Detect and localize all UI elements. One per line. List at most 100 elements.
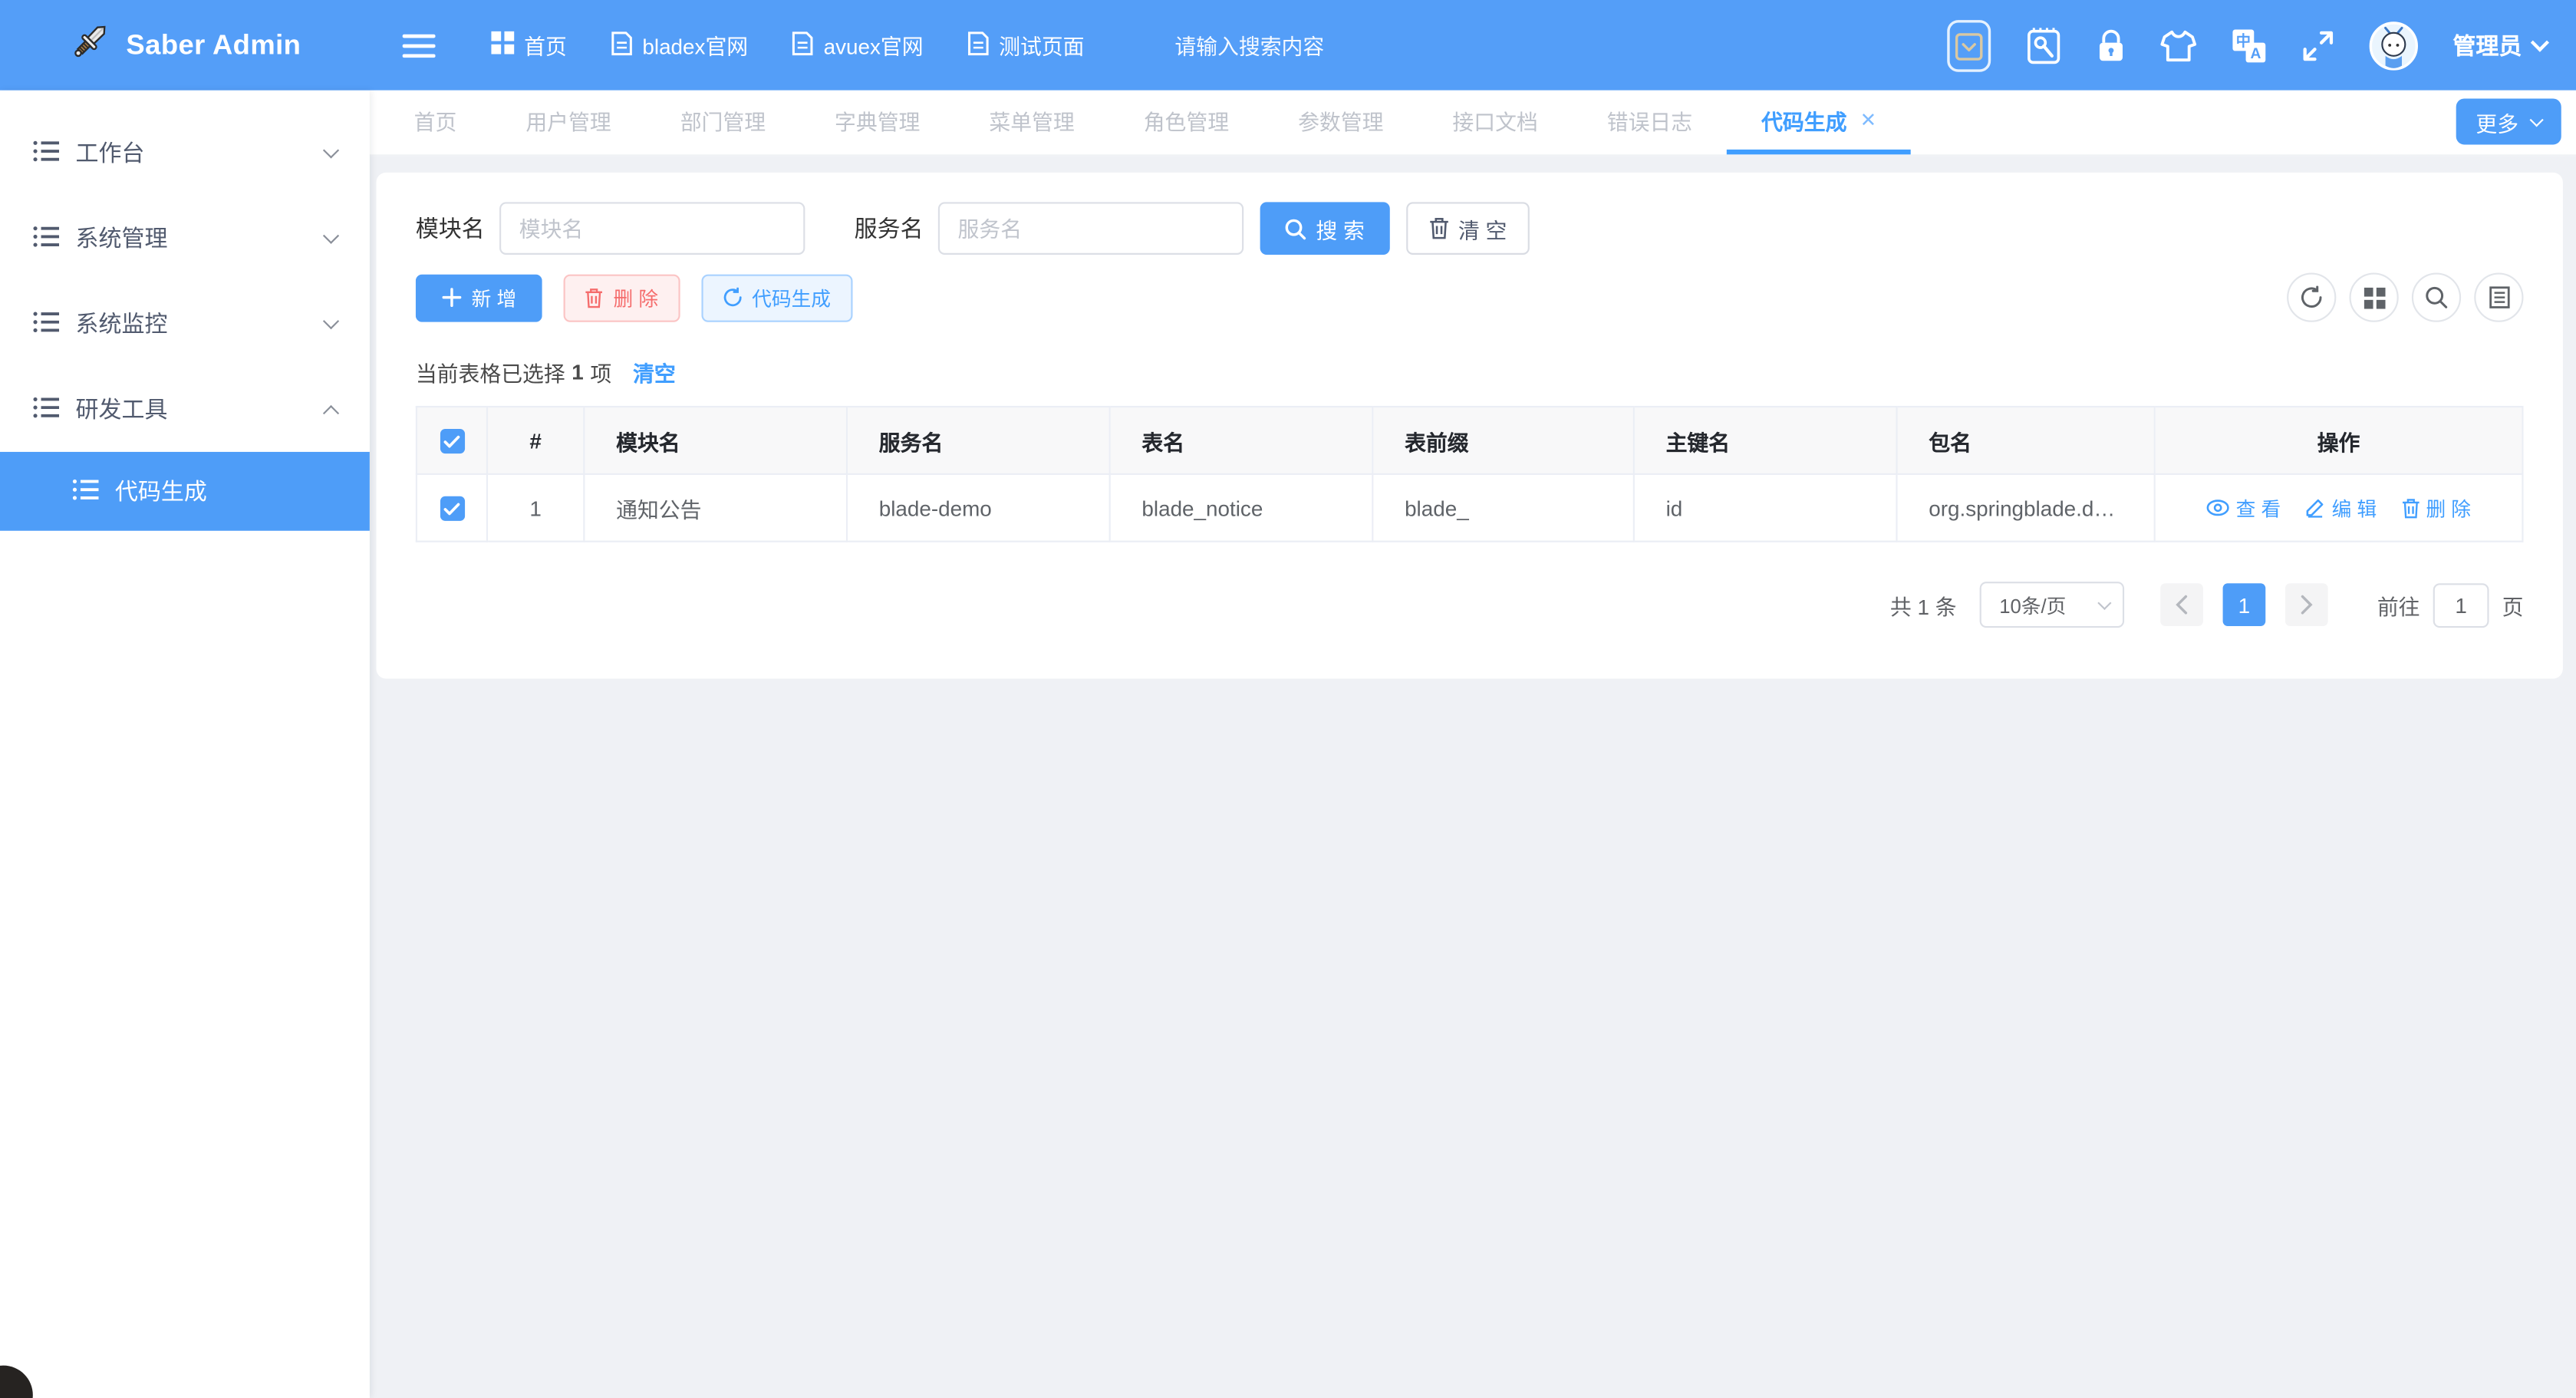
delete-link[interactable]: 删 除 <box>2401 494 2471 522</box>
action-row: 新 增 删 除 代码生成 <box>416 273 2524 322</box>
topnav-item-bladex[interactable]: bladex官网 <box>611 30 748 61</box>
topnav: 首页 bladex官网 avuex官网 <box>491 30 1084 61</box>
tab-error-log[interactable]: 错误日志 <box>1573 91 1727 155</box>
close-icon[interactable] <box>1860 108 1877 131</box>
cell-table: blade_notice <box>1110 474 1373 542</box>
main-area: 首页 用户管理 部门管理 字典管理 菜单管理 角色管理 参数管理 接口文档 错误… <box>370 91 2576 1398</box>
sidebar-item-dev-tools[interactable]: 研发工具 <box>0 367 370 452</box>
refresh-button[interactable] <box>2287 273 2336 322</box>
col-header-ops: 操作 <box>2155 407 2523 474</box>
app-logo[interactable]: Saber Admin <box>0 0 370 91</box>
total-count-label: 共 1 条 <box>1890 589 1957 621</box>
select-all-checkbox[interactable] <box>440 429 464 453</box>
row-checkbox[interactable] <box>440 496 464 521</box>
tab-param-mgmt[interactable]: 参数管理 <box>1263 91 1418 155</box>
translate-icon[interactable]: 中A <box>2231 27 2267 63</box>
prev-page-button[interactable] <box>2160 583 2203 626</box>
search-button[interactable]: 搜 索 <box>1260 202 1389 255</box>
add-button[interactable]: 新 增 <box>416 274 543 321</box>
top-menu-select-icon[interactable] <box>1947 19 1991 72</box>
topbar-actions: 中A 管理员 <box>1947 0 2576 91</box>
module-name-input[interactable] <box>499 202 805 255</box>
codegen-table: # 模块名 服务名 表名 表前缀 主键名 包名 操作 <box>416 406 2524 542</box>
theme-shirt-icon[interactable] <box>2160 28 2196 61</box>
list-icon <box>33 310 59 338</box>
trash-icon <box>585 287 604 308</box>
page-unit-label: 页 <box>2502 589 2524 621</box>
global-search-input[interactable]: 请输入搜索内容 <box>1174 30 1324 61</box>
trash-icon <box>2401 497 2420 519</box>
tab-home[interactable]: 首页 <box>380 91 492 155</box>
pencil-icon <box>2305 498 2325 518</box>
edit-link[interactable]: 编 辑 <box>2305 494 2377 522</box>
lock-icon[interactable] <box>2097 27 2126 63</box>
chevron-down-icon <box>2530 113 2544 127</box>
service-name-label: 服务名 <box>855 212 924 245</box>
username-label: 管理员 <box>2452 28 2522 61</box>
fullscreen-icon[interactable] <box>2301 28 2334 61</box>
delete-button[interactable]: 删 除 <box>564 274 680 321</box>
more-tabs-button[interactable]: 更多 <box>2456 98 2561 144</box>
service-name-input[interactable] <box>938 202 1244 255</box>
view-link[interactable]: 查 看 <box>2206 494 2281 522</box>
svg-text:A: A <box>2250 45 2261 61</box>
col-header-module: 模块名 <box>584 407 847 474</box>
codegen-button[interactable]: 代码生成 <box>701 274 852 321</box>
goto-page-input[interactable] <box>2433 582 2489 627</box>
search-icon <box>2425 286 2448 309</box>
row-operations: 查 看 编 辑 删 除 <box>2162 494 2515 522</box>
sidebar-item-codegen-active[interactable]: 代码生成 <box>0 452 370 531</box>
col-header-table: 表名 <box>1110 407 1373 474</box>
tab-codegen-active[interactable]: 代码生成 <box>1727 91 1911 155</box>
chevron-right-icon <box>2300 595 2313 615</box>
grid-icon <box>2364 287 2385 308</box>
current-page[interactable]: 1 <box>2223 583 2266 626</box>
user-menu[interactable]: 管理员 <box>2452 28 2546 61</box>
topnav-label: 测试页面 <box>999 30 1084 61</box>
column-settings-button[interactable] <box>2474 273 2523 322</box>
table-tools <box>2287 273 2523 322</box>
refresh-icon <box>2300 286 2323 309</box>
tab-role-mgmt[interactable]: 角色管理 <box>1109 91 1263 155</box>
next-page-button[interactable] <box>2285 583 2328 626</box>
table-row[interactable]: 1 通知公告 blade-demo blade_notice blade_ id… <box>417 474 2523 542</box>
debug-tool-icon[interactable] <box>2026 25 2062 64</box>
topnav-item-avuex[interactable]: avuex官网 <box>792 30 924 61</box>
cell-package: org.springblade.desk... <box>1896 474 2154 542</box>
tab-dict-mgmt[interactable]: 字典管理 <box>800 91 954 155</box>
sidebar-item-system-mgmt[interactable]: 系统管理 <box>0 196 370 281</box>
codegen-panel: 模块名 服务名 搜 索 清 空 <box>376 173 2562 679</box>
tabbar: 首页 用户管理 部门管理 字典管理 菜单管理 角色管理 参数管理 接口文档 错误… <box>370 91 2576 157</box>
sidebar: 工作台 系统管理 系统监控 研发工具 <box>0 91 370 1398</box>
sidebar-item-label: 系统管理 <box>76 222 168 255</box>
cell-index: 1 <box>487 474 584 542</box>
chevron-down-icon <box>2097 596 2111 610</box>
page-size-select[interactable]: 10条/页 <box>1980 582 2124 628</box>
plus-icon <box>442 288 462 308</box>
collapse-menu-icon[interactable] <box>403 32 436 58</box>
tab-api-docs[interactable]: 接口文档 <box>1418 91 1572 155</box>
eye-icon <box>2206 500 2229 516</box>
tab-user-mgmt[interactable]: 用户管理 <box>491 91 645 155</box>
topnav-item-home[interactable]: 首页 <box>491 30 567 61</box>
trash-icon <box>1428 217 1448 240</box>
search-toggle-button[interactable] <box>2412 273 2461 322</box>
tab-menu-mgmt[interactable]: 菜单管理 <box>954 91 1108 155</box>
grid-display-button[interactable] <box>2349 273 2398 322</box>
clear-button[interactable]: 清 空 <box>1405 202 1530 255</box>
sidebar-item-label: 代码生成 <box>115 475 207 508</box>
selection-clear-link[interactable]: 清空 <box>633 357 676 388</box>
sidebar-item-system-monitor[interactable]: 系统监控 <box>0 281 370 366</box>
topnav-label: bladex官网 <box>642 30 748 61</box>
sidebar-item-workbench[interactable]: 工作台 <box>0 110 370 195</box>
tab-dept-mgmt[interactable]: 部门管理 <box>646 91 800 155</box>
user-avatar[interactable] <box>2369 21 2418 70</box>
document-icon <box>611 31 633 61</box>
topbar: Saber Admin 首页 bladex官网 <box>0 0 2576 91</box>
list-icon <box>33 139 59 167</box>
selection-count: 1 <box>572 360 583 384</box>
dagger-logo-icon <box>68 20 111 71</box>
topnav-item-test-page[interactable]: 测试页面 <box>967 30 1084 61</box>
col-header-prefix: 表前缀 <box>1372 407 1634 474</box>
chevron-down-icon <box>323 142 339 158</box>
